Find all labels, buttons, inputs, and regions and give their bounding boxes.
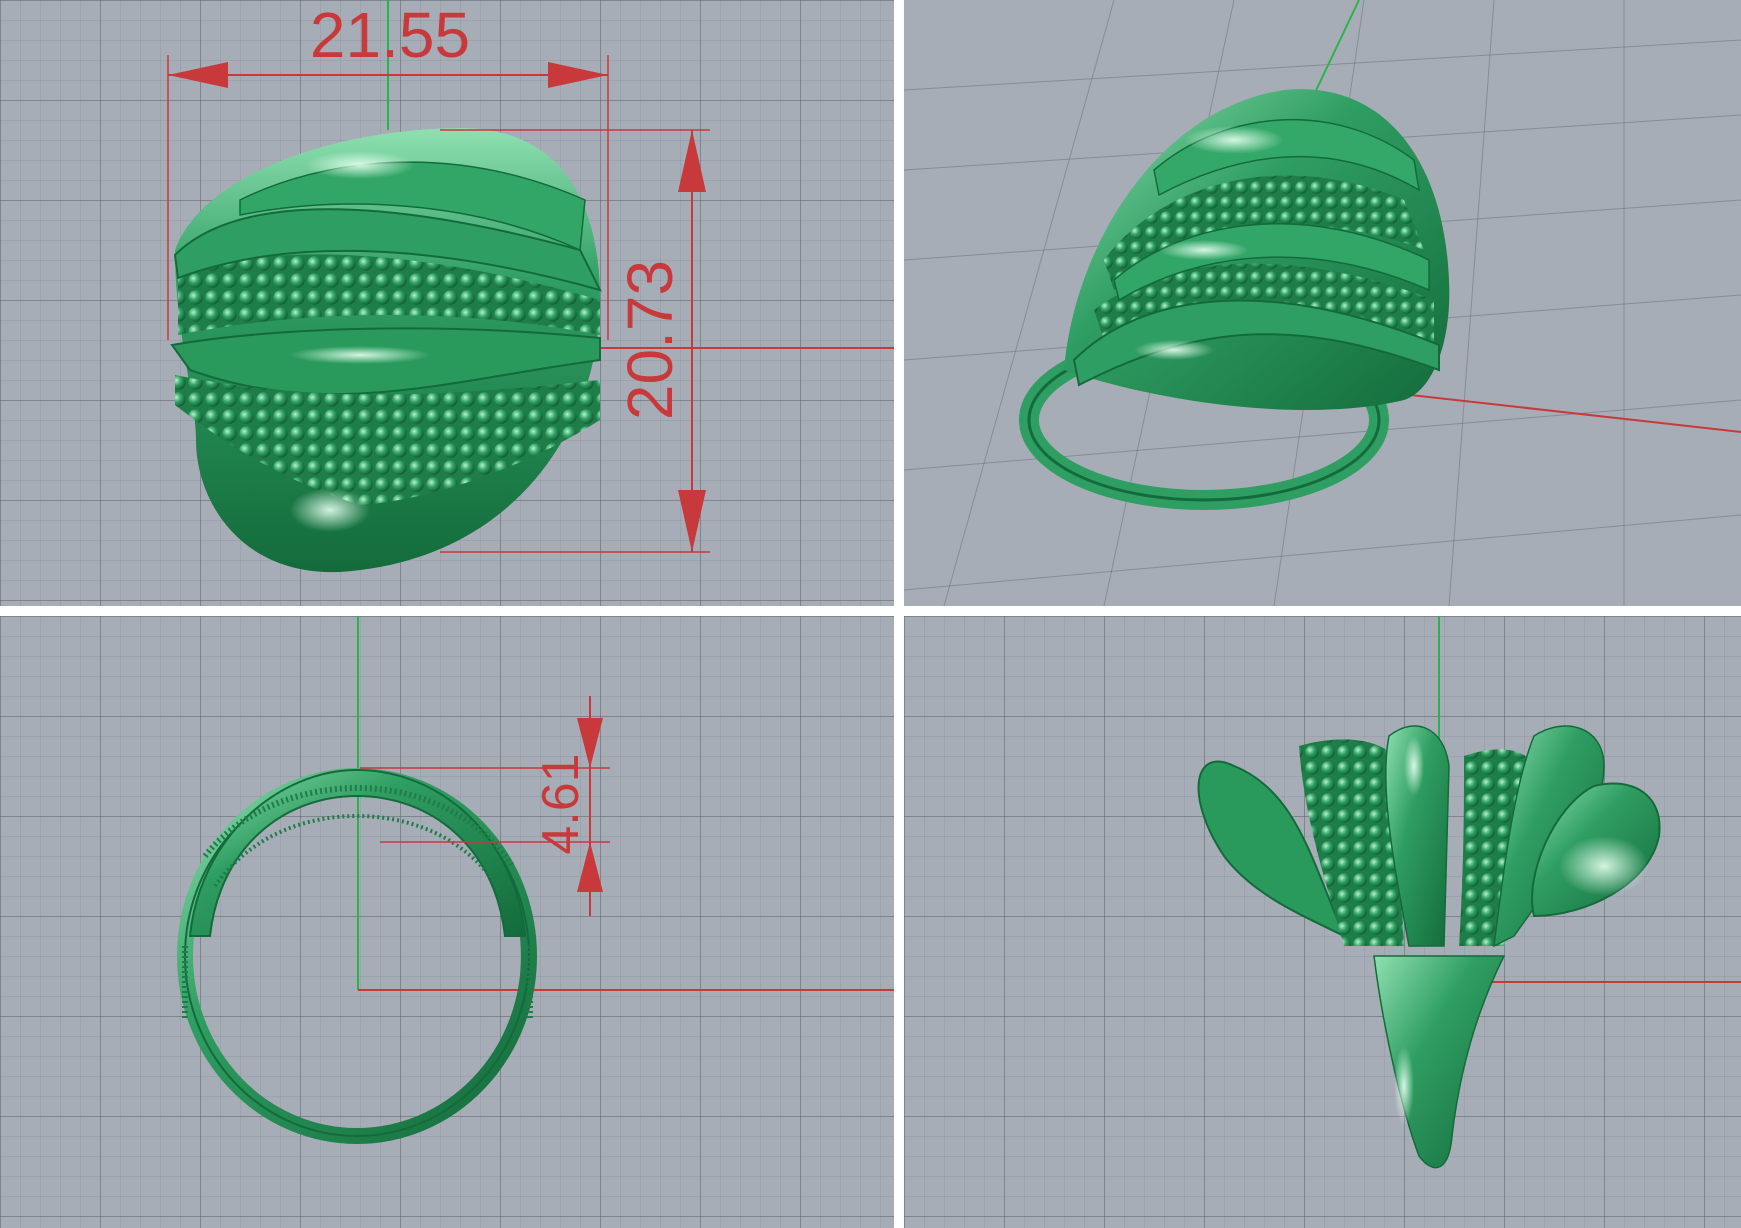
dimension-thickness[interactable]: 4.61 [360,696,610,916]
front-view-canvas: 4.61 [177,616,894,1144]
dimension-height-label: 20.73 [614,260,686,420]
top-view-canvas: 21.55 20.73 [167,0,894,573]
ring-model-top[interactable] [170,128,602,573]
ring-model-perspective[interactable] [1019,89,1450,510]
right-view-canvas [1197,616,1741,1169]
viewport-perspective[interactable] [904,0,1741,606]
viewport-front[interactable]: 4.61 [0,616,894,1228]
dimension-width-label: 21.55 [310,0,470,71]
perspective-view-canvas [904,0,1741,606]
four-viewport-layout: 21.55 20.73 4.61 [0,0,1741,1228]
x-axis-line [1383,391,1741,433]
viewport-top[interactable]: 21.55 20.73 [0,0,894,606]
viewport-right[interactable] [904,616,1741,1228]
ring-model-right[interactable] [1197,725,1661,1169]
dimension-thickness-label: 4.61 [532,753,590,854]
